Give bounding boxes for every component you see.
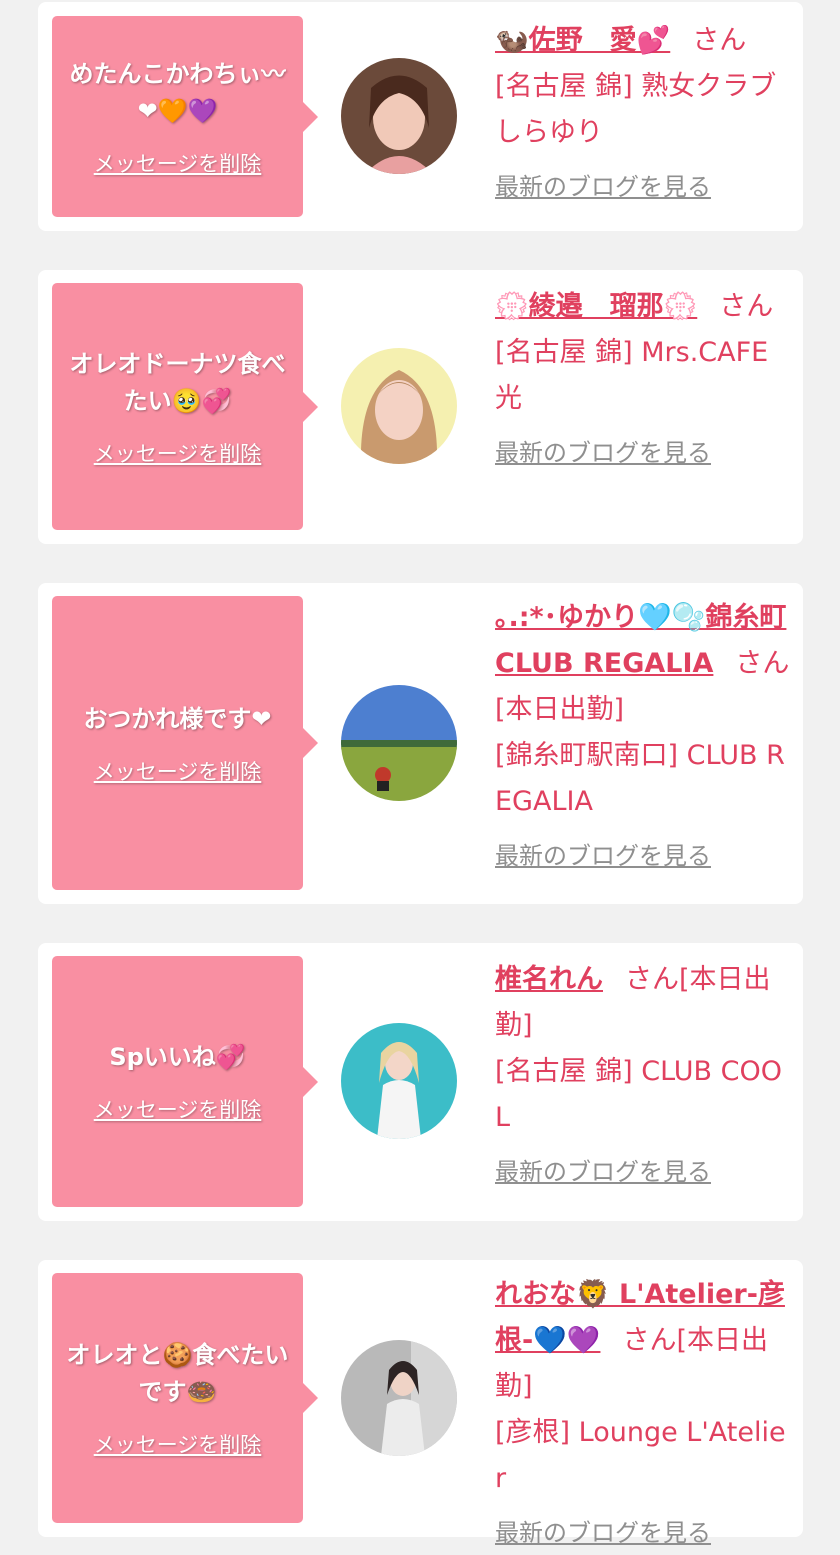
message-card: オレオと🍪食べたいです🍩 メッセージを削除 れおな🦁 L'Atelier-彦根-… <box>38 1260 803 1547</box>
message-text: オレオドーナツ食べたい🥹💞 <box>69 349 286 415</box>
latest-blog-link[interactable]: 最新のブログを見る <box>495 436 793 470</box>
delete-message-link[interactable]: メッセージを削除 <box>94 438 262 468</box>
message-card: オレオドーナツ食べたい🥹💞 メッセージを削除 💮綾邉 瑠那💮 さん [名古屋 錦]… <box>38 270 803 544</box>
message-card: Spいいね💞 メッセージを削除 椎名れん さん[本日出勤] [名古屋 錦] CLU… <box>38 943 803 1221</box>
honorific: さん <box>692 25 747 56</box>
message-bubble: おつかれ様です❤ メッセージを削除 <box>52 596 318 890</box>
latest-blog-link[interactable]: 最新のブログを見る <box>495 1155 793 1189</box>
shop-name: [名古屋 錦] CLUB COOL <box>495 1056 783 1133</box>
shop-name: [彦根] Lounge L'Atelier <box>495 1417 786 1494</box>
cast-name-link[interactable]: 椎名れん <box>495 964 603 995</box>
message-text: めたんこかわちぃ〰❤🧡💜 <box>69 59 286 125</box>
latest-blog-link[interactable]: 最新のブログを見る <box>495 839 793 873</box>
cast-info: 椎名れん さん[本日出勤] [名古屋 錦] CLUB COOL 最新のブログを見る <box>495 957 793 1189</box>
message-text: Spいいね💞 <box>109 1043 246 1071</box>
cast-name-link[interactable]: 💮綾邉 瑠那💮 <box>495 291 697 322</box>
avatar[interactable] <box>341 685 457 801</box>
message-bubble: オレオドーナツ食べたい🥹💞 メッセージを削除 <box>52 283 318 530</box>
cast-info: ｡.:*･ゆかり🩵🫧錦糸町CLUB REGALIA さん[本日出勤] [錦糸町駅南… <box>495 595 793 873</box>
shop-name: [錦糸町駅南口] CLUB REGALIA <box>495 740 785 817</box>
delete-message-link[interactable]: メッセージを削除 <box>94 148 262 178</box>
latest-blog-link[interactable]: 最新のブログを見る <box>495 170 793 204</box>
delete-message-link[interactable]: メッセージを削除 <box>94 756 262 786</box>
avatar[interactable] <box>341 348 457 464</box>
message-text: オレオと🍪食べたいです🍩 <box>66 1341 289 1406</box>
message-bubble: オレオと🍪食べたいです🍩 メッセージを削除 <box>52 1273 318 1523</box>
avatar[interactable] <box>341 1023 457 1139</box>
message-card: おつかれ様です❤ メッセージを削除 ｡.:*･ゆかり🩵🫧錦糸町CLUB REGA… <box>38 583 803 904</box>
cast-name-link[interactable]: 🦦佐野 愛💕 <box>495 25 670 56</box>
cast-info: 💮綾邉 瑠那💮 さん [名古屋 錦] Mrs.CAFE光 最新のブログを見る <box>495 284 793 470</box>
delete-message-link[interactable]: メッセージを削除 <box>94 1094 262 1124</box>
latest-blog-link[interactable]: 最新のブログを見る <box>495 1516 793 1550</box>
message-card: めたんこかわちぃ〰❤🧡💜 メッセージを削除 🦦佐野 愛💕 さん [名古屋 錦] 熟… <box>38 2 803 231</box>
avatar[interactable] <box>341 58 457 174</box>
message-bubble: めたんこかわちぃ〰❤🧡💜 メッセージを削除 <box>52 16 318 217</box>
cast-info: れおな🦁 L'Atelier-彦根-💙💜 さん[本日出勤] [彦根] Lounge… <box>495 1272 793 1550</box>
delete-message-link[interactable]: メッセージを削除 <box>94 1429 262 1459</box>
shop-name: [名古屋 錦] 熟女クラブしらゆり <box>495 71 777 148</box>
honorific: さん <box>719 291 774 322</box>
shop-name: [名古屋 錦] Mrs.CAFE光 <box>495 337 769 414</box>
message-bubble: Spいいね💞 メッセージを削除 <box>52 956 318 1207</box>
cast-info: 🦦佐野 愛💕 さん [名古屋 錦] 熟女クラブしらゆり 最新のブログを見る <box>495 18 793 204</box>
message-text: おつかれ様です❤ <box>83 704 272 733</box>
avatar[interactable] <box>341 1340 457 1456</box>
